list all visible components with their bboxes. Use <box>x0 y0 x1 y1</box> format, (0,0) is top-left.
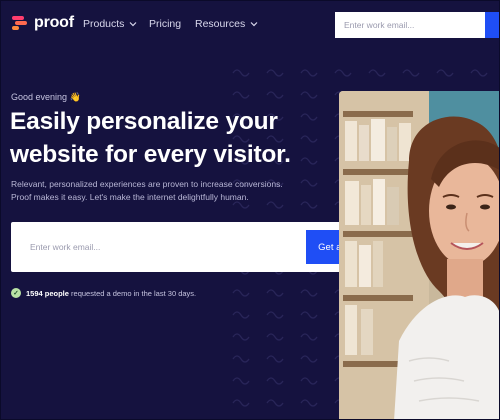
waving-hand-icon: 👋 <box>69 92 81 102</box>
nav-email-input[interactable] <box>335 12 485 38</box>
greeting-text: Good evening <box>11 92 68 102</box>
nav-pricing[interactable]: Pricing <box>149 18 181 30</box>
greeting: Good evening 👋 <box>11 92 81 103</box>
chevron-down-icon <box>250 22 258 27</box>
headline-line-2: website for every visitor. <box>10 141 291 168</box>
social-proof-rest: requested a demo in the last 30 days. <box>71 288 197 298</box>
headline-line-1: Easily personalize your <box>10 108 278 135</box>
brand-name: proof <box>34 14 74 31</box>
chevron-down-icon <box>130 22 137 27</box>
nav-pricing-label: Pricing <box>149 18 182 30</box>
nav-resources[interactable]: Resources <box>195 18 258 30</box>
nav-submit-button[interactable] <box>485 12 499 38</box>
demo-count: 1594 people <box>26 288 69 298</box>
hero-subtext: Relevant, personalized experiences are p… <box>11 178 311 204</box>
brand-logo[interactable]: proof <box>11 14 74 32</box>
hero-portrait-image <box>339 91 499 419</box>
proof-logo-mark-icon <box>12 16 27 30</box>
hero-email-input[interactable] <box>11 222 306 272</box>
nav-products[interactable]: Products <box>83 18 137 30</box>
top-nav: proof Products Pricing Resources <box>1 1 499 49</box>
hero-headline: Easily personalize your website for ever… <box>10 105 330 171</box>
social-proof-text: 1594 people requested a demo in the last… <box>26 289 196 298</box>
demo-form: Get a demo <box>11 222 389 272</box>
social-proof: ✓ 1594 people requested a demo in the la… <box>11 288 196 298</box>
check-badge-icon: ✓ <box>11 288 21 298</box>
nav-products-label: Products <box>83 18 125 30</box>
page-frame: proof Products Pricing Resources Good ev… <box>0 0 500 420</box>
subtext-line-1: Relevant, personalized experiences are p… <box>11 179 283 189</box>
nav-resources-label: Resources <box>195 18 246 30</box>
subtext-line-2: Proof makes it easy. Let's make the inte… <box>11 192 249 202</box>
